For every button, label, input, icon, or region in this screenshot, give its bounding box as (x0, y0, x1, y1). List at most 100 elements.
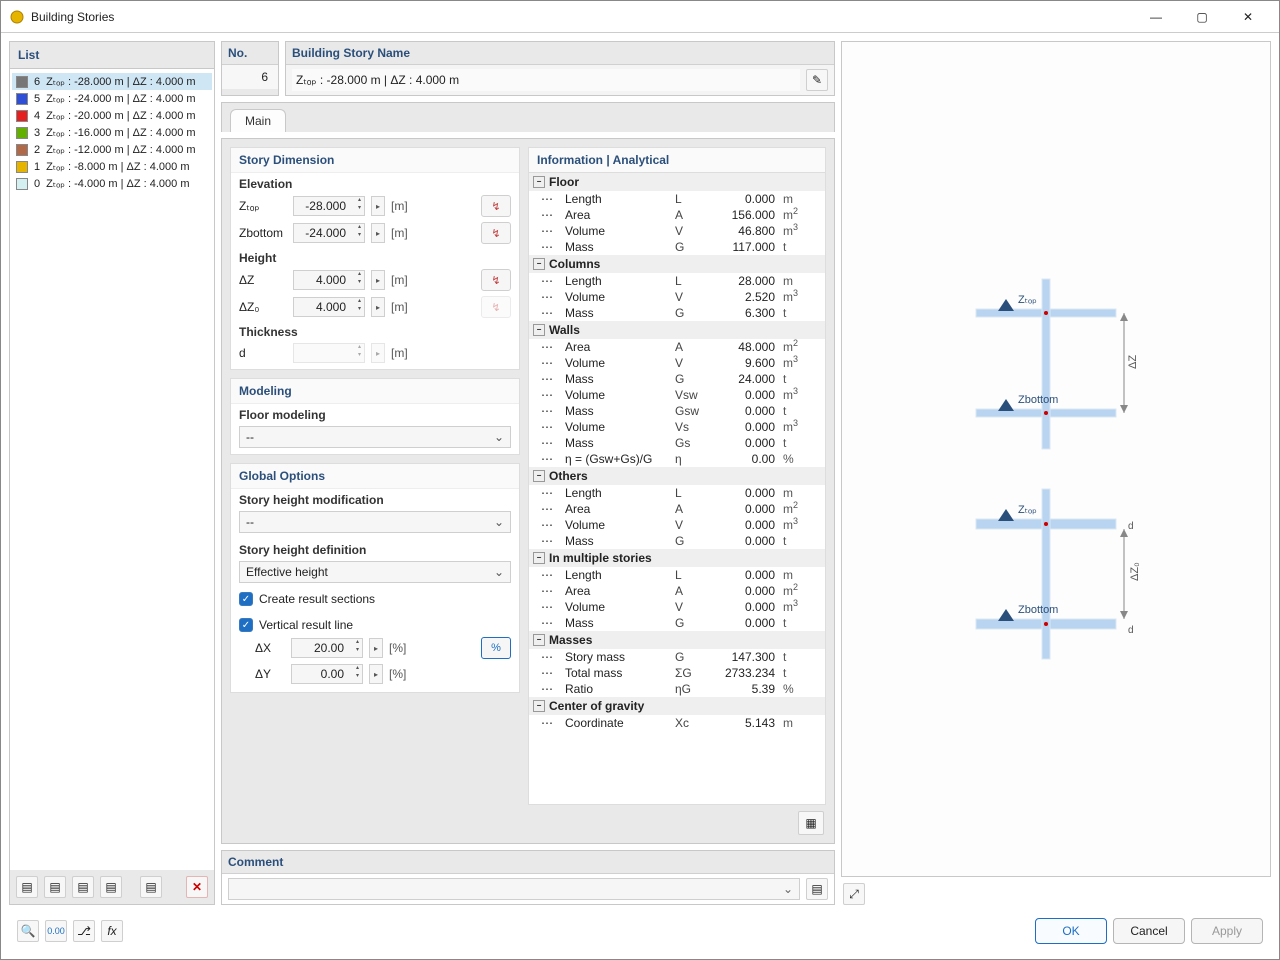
collapse-icon: − (533, 324, 545, 336)
svg-text:d: d (1128, 625, 1134, 636)
info-group-header[interactable]: −Floor (529, 173, 825, 191)
d-unit: [m] (391, 346, 415, 360)
percent-button[interactable]: % (481, 637, 511, 659)
info-row: ⋯LengthL0.000m (529, 191, 825, 207)
create-sections-checkbox[interactable]: ✓ Create result sections (231, 589, 519, 609)
height-def-select[interactable]: Effective height (239, 561, 511, 583)
color-swatch (16, 110, 28, 122)
story-text: Zₜₒₚ : -28.000 m | ΔZ : 4.000 m (46, 75, 195, 88)
info-group-header[interactable]: −Center of gravity (529, 697, 825, 715)
ztop-arrow[interactable]: ▸ (371, 196, 385, 216)
delete-button[interactable]: ✕ (186, 876, 208, 898)
name-label: Building Story Name (286, 42, 834, 64)
height-def-label: Story height definition (231, 539, 519, 559)
preview-panel: Zₜₒₚ Zbottom ΔZ (841, 41, 1271, 905)
story-number-box: No. 6 (221, 41, 279, 96)
info-row: ⋯VolumeVs0.000m3 (529, 419, 825, 435)
story-number: 4 (34, 110, 40, 122)
dz0-input[interactable]: 4.000 (293, 297, 365, 317)
height-label: Height (231, 247, 519, 267)
dy-arrow[interactable]: ▸ (369, 664, 383, 684)
info-group-header[interactable]: −Others (529, 467, 825, 485)
help-button[interactable]: 🔍 (17, 920, 39, 942)
info-row: ⋯VolumeV9.600m3 (529, 355, 825, 371)
dy-unit: [%] (389, 667, 413, 681)
cancel-button[interactable]: Cancel (1113, 918, 1185, 944)
list-tool-1[interactable]: ▤ (16, 876, 38, 898)
info-row: ⋯AreaA156.000m2 (529, 207, 825, 223)
dz0-unit: [m] (391, 300, 415, 314)
comment-new-button[interactable]: ▤ (806, 878, 828, 900)
list-tool-2[interactable]: ▤ (44, 876, 66, 898)
info-row: ⋯MassG6.300t (529, 305, 825, 321)
info-group-header[interactable]: −In multiple stories (529, 549, 825, 567)
d-input[interactable] (293, 343, 365, 363)
story-list-item[interactable]: 3 Zₜₒₚ : -16.000 m | ΔZ : 4.000 m (12, 124, 212, 141)
dz0-arrow[interactable]: ▸ (371, 297, 385, 317)
tool-button-3[interactable]: ⎇ (73, 920, 95, 942)
tool-button-4[interactable]: fx (101, 920, 123, 942)
info-grid[interactable]: −Floor⋯LengthL0.000m⋯AreaA156.000m2⋯Volu… (528, 172, 826, 805)
edit-name-button[interactable]: ✎ (806, 69, 828, 91)
dz0-label: ΔZ₀ (239, 300, 287, 314)
info-group-header[interactable]: −Columns (529, 255, 825, 273)
story-text: Zₜₒₚ : -12.000 m | ΔZ : 4.000 m (46, 143, 195, 156)
dz-arrow[interactable]: ▸ (371, 270, 385, 290)
collapse-icon: − (533, 634, 545, 646)
info-excel-button[interactable]: ▦ (798, 811, 824, 835)
collapse-icon: − (533, 176, 545, 188)
story-text: Zₜₒₚ : -4.000 m | ΔZ : 4.000 m (46, 177, 189, 190)
svg-text:Zₜₒₚ: Zₜₒₚ (1018, 504, 1037, 516)
info-row: ⋯CoordinateXc5.143m (529, 715, 825, 731)
info-row: ⋯MassG117.000t (529, 239, 825, 255)
units-button[interactable]: 0.00 (45, 920, 67, 942)
ztop-pick-icon[interactable]: ↯ (481, 195, 511, 217)
no-value: 6 (222, 64, 278, 89)
ztop-label: Zₜₒₚ (239, 199, 287, 213)
info-group-header[interactable]: −Walls (529, 321, 825, 339)
list-tool-5[interactable]: ▤ (140, 876, 162, 898)
color-swatch (16, 93, 28, 105)
story-list-item[interactable]: 0 Zₜₒₚ : -4.000 m | ΔZ : 4.000 m (12, 175, 212, 192)
info-group-header[interactable]: −Masses (529, 631, 825, 649)
svg-text:d: d (1128, 521, 1134, 532)
info-row: ⋯RatioηG5.39% (529, 681, 825, 697)
comment-input[interactable] (228, 878, 800, 900)
story-number: 0 (34, 178, 40, 190)
zbot-arrow[interactable]: ▸ (371, 223, 385, 243)
tab-main[interactable]: Main (230, 109, 286, 132)
close-button[interactable]: ✕ (1225, 1, 1271, 33)
story-list-item[interactable]: 5 Zₜₒₚ : -24.000 m | ΔZ : 4.000 m (12, 90, 212, 107)
list-tool-3[interactable]: ▤ (72, 876, 94, 898)
preview-tool-button[interactable]: ⤢ (843, 883, 865, 905)
story-list[interactable]: 6 Zₜₒₚ : -28.000 m | ΔZ : 4.000 m 5 Zₜₒₚ… (10, 69, 214, 870)
zbot-input[interactable]: -24.000 (293, 223, 365, 243)
ok-button[interactable]: OK (1035, 918, 1107, 944)
color-swatch (16, 161, 28, 173)
dx-input[interactable]: 20.00 (291, 638, 363, 658)
maximize-button[interactable]: ▢ (1179, 1, 1225, 33)
comment-panel: Comment ▤ (221, 850, 835, 905)
story-list-item[interactable]: 2 Zₜₒₚ : -12.000 m | ΔZ : 4.000 m (12, 141, 212, 158)
list-tool-4[interactable]: ▤ (100, 876, 122, 898)
story-name-input[interactable]: Zₜₒₚ : -28.000 m | ΔZ : 4.000 m (292, 69, 800, 91)
minimize-button[interactable]: — (1133, 1, 1179, 33)
vertical-line-checkbox[interactable]: ✓ Vertical result line (231, 615, 519, 635)
apply-button[interactable]: Apply (1191, 918, 1263, 944)
height-mod-select[interactable]: -- (239, 511, 511, 533)
d-arrow[interactable]: ▸ (371, 343, 385, 363)
ztop-unit: [m] (391, 199, 415, 213)
story-list-item[interactable]: 1 Zₜₒₚ : -8.000 m | ΔZ : 4.000 m (12, 158, 212, 175)
info-row: ⋯LengthL0.000m (529, 567, 825, 583)
ztop-input[interactable]: -28.000 (293, 196, 365, 216)
story-list-item[interactable]: 4 Zₜₒₚ : -20.000 m | ΔZ : 4.000 m (12, 107, 212, 124)
story-list-item[interactable]: 6 Zₜₒₚ : -28.000 m | ΔZ : 4.000 m (12, 73, 212, 90)
zbot-pick-icon[interactable]: ↯ (481, 222, 511, 244)
dy-input[interactable]: 0.00 (291, 664, 363, 684)
dz-pick-icon[interactable]: ↯ (481, 269, 511, 291)
dx-arrow[interactable]: ▸ (369, 638, 383, 658)
dz0-pick-icon[interactable]: ↯ (481, 296, 511, 318)
check-icon: ✓ (239, 592, 253, 606)
floor-modeling-select[interactable]: -- (239, 426, 511, 448)
dz-input[interactable]: 4.000 (293, 270, 365, 290)
